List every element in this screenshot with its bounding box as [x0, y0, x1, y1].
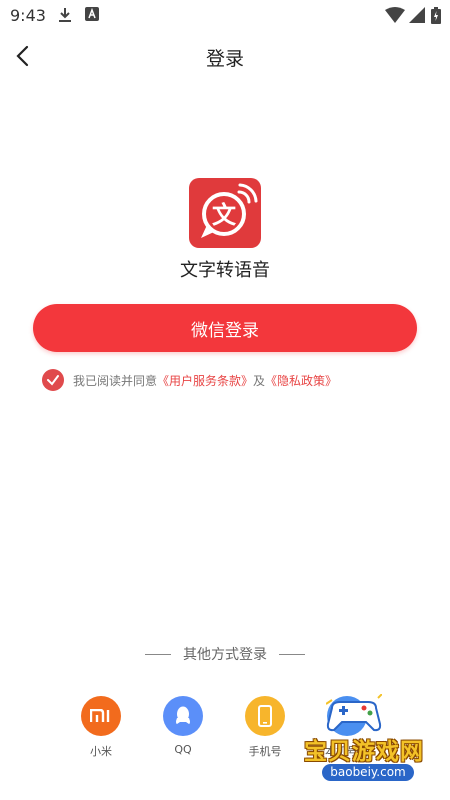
other-login-title: 其他方式登录: [183, 647, 267, 663]
xiaomi-label: 小米: [90, 745, 112, 758]
app-name: 文字转语音: [180, 260, 270, 281]
qq-label: QQ: [174, 743, 192, 756]
qq-login-option[interactable]: QQ: [153, 696, 213, 756]
watermark-text: 宝贝游戏网: [304, 739, 424, 765]
signal-icon: [409, 7, 425, 23]
nav-bar: 登录: [0, 34, 450, 78]
speech-bubble-logo-icon: 文: [201, 183, 258, 238]
watermark-url: baobeiy.com: [322, 764, 414, 781]
privacy-link[interactable]: 《隐私政策》: [265, 372, 337, 389]
agreement-and: 及: [253, 373, 266, 388]
download-icon: [59, 8, 71, 22]
page-title: 登录: [205, 48, 244, 70]
agreement-checkbox[interactable]: [42, 369, 64, 391]
wechat-login-button[interactable]: 微信登录: [33, 304, 417, 352]
gamepad-icon: [326, 694, 382, 732]
phone-label: 手机号: [248, 745, 282, 758]
status-time: 9:43: [10, 6, 46, 25]
status-bar: 9:43: [0, 0, 450, 32]
checkmark-icon: [47, 375, 59, 386]
agreement-row: 我已阅读并同意 《用户服务条款》 及 《隐私政策》: [42, 369, 337, 391]
terms-link[interactable]: 《用户服务条款》: [157, 372, 253, 389]
logo-char: 文: [212, 201, 237, 229]
agreement-prefix: 我已阅读并同意: [73, 373, 158, 388]
app-logo: 文: [189, 178, 261, 248]
autofill-icon: [85, 7, 99, 21]
xiaomi-login-option[interactable]: 小米: [71, 696, 131, 759]
phone-icon: [245, 696, 285, 736]
xiaomi-icon: [81, 696, 121, 736]
divider: [279, 653, 305, 655]
wifi-icon: [385, 7, 405, 23]
phone-login-option[interactable]: 手机号: [235, 696, 295, 759]
divider: [145, 653, 171, 655]
qq-penguin-icon: [163, 696, 203, 736]
battery-icon: [431, 7, 441, 24]
watermark: 宝贝游戏网 baobeiy.com: [300, 694, 450, 790]
wechat-login-label: 微信登录: [191, 320, 259, 341]
other-login-header: 其他方式登录: [0, 644, 450, 664]
